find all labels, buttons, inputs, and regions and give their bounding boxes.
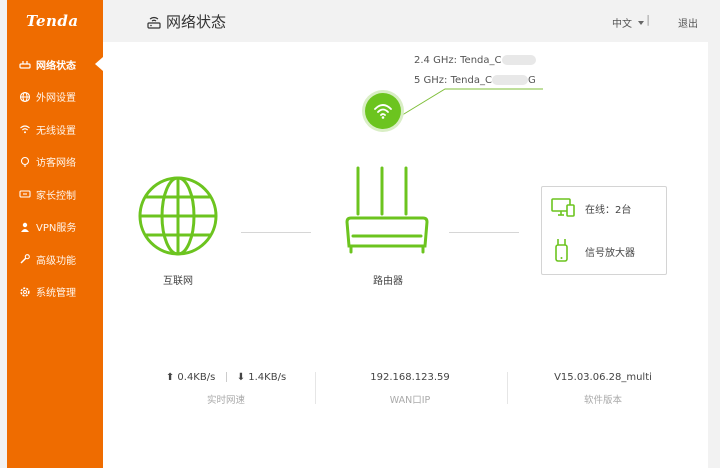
chevron-down-icon — [638, 20, 644, 25]
sidebar-item-guest-network[interactable]: 访客网络 — [7, 146, 103, 179]
speed-separator — [225, 372, 227, 382]
internet-label: 互联网 — [163, 276, 193, 287]
sidebar-item-system[interactable]: 系统管理 — [7, 276, 103, 309]
extender-row[interactable]: 信号放大器 — [551, 237, 635, 265]
tools-icon — [19, 253, 31, 265]
upload-arrow-icon: ⬆ — [165, 372, 175, 383]
header: 网络状态 中文 | 退出 — [103, 0, 720, 42]
wifi-toggle-button[interactable] — [365, 93, 401, 129]
router-icon[interactable] — [343, 164, 435, 256]
firmware-label: 软件版本 — [583, 395, 622, 406]
internet-globe-icon[interactable] — [137, 175, 219, 257]
wifi-icon — [374, 104, 392, 119]
wifi-icon — [19, 123, 31, 135]
wan-ip-value: 192.168.123.59 — [370, 372, 450, 383]
sidebar-item-parental-control[interactable]: 家长控制 — [7, 178, 103, 211]
ssid-redaction — [501, 55, 536, 65]
stat-firmware: V15.03.06.28_multi 软件版本 — [508, 370, 698, 406]
ssid-24ghz: 2.4 GHz: Tenda_C — [414, 51, 536, 71]
download-arrow-icon: ⬇ — [236, 372, 246, 383]
gear-icon — [19, 286, 31, 298]
stat-speed: ⬆ 0.4KB/s ⬇ 1.4KB/s 实时网速 — [131, 370, 321, 406]
language-select[interactable]: 中文 — [612, 15, 644, 30]
ssid-24ghz-text: 2.4 GHz: Tenda_C — [414, 55, 502, 66]
sidebar-item-vpn-service[interactable]: VPN服务 — [7, 211, 103, 244]
sidebar-item-label: 外网设置 — [36, 93, 76, 105]
sidebar-item-wireless-settings[interactable]: 无线设置 — [7, 113, 103, 146]
wan-ip-label: WAN口IP — [389, 395, 431, 406]
firmware-value: V15.03.06.28_multi — [554, 372, 652, 383]
sidebar-item-label: 访客网络 — [36, 158, 76, 170]
link-line-devices — [449, 232, 519, 233]
sidebar-item-wan-settings[interactable]: 外网设置 — [7, 81, 103, 114]
tenda-logo: Tenda — [26, 12, 79, 30]
header-separator: | — [646, 13, 650, 26]
stats-bar: ⬆ 0.4KB/s ⬇ 1.4KB/s 实时网速 192.168.123.59 … — [103, 370, 708, 410]
download-speed: 1.4KB/s — [248, 372, 287, 383]
sidebar-item-label: 系统管理 — [36, 288, 76, 300]
sidebar-item-label: 家长控制 — [36, 190, 76, 202]
sidebar: Tenda 网络状态 外网设置 无线设置 访客网络 家长控制 VPN服务 高级功… — [7, 0, 103, 468]
sidebar-item-label: 网络状态 — [36, 60, 76, 72]
speed-label: 实时网速 — [206, 395, 245, 406]
vpn-icon — [19, 221, 31, 233]
guest-icon — [19, 156, 31, 168]
stat-wan-ip: 192.168.123.59 WAN口IP — [315, 370, 505, 406]
sidebar-item-label: 高级功能 — [36, 255, 76, 267]
language-label: 中文 — [612, 19, 632, 30]
online-devices-row[interactable]: 在线：2台 — [551, 197, 631, 219]
parental-control-icon — [19, 188, 31, 200]
router-label: 路由器 — [373, 276, 403, 287]
speed-values: ⬆ 0.4KB/s ⬇ 1.4KB/s — [131, 370, 321, 386]
monitor-icon — [551, 198, 575, 217]
main-content: 2.4 GHz: Tenda_C 5 GHz: Tenda_C G 互联网 路由… — [103, 42, 708, 468]
online-count: 在线：2台 — [585, 204, 632, 216]
sidebar-item-label: VPN服务 — [36, 223, 77, 235]
globe-icon — [19, 91, 31, 103]
upload-speed: 0.4KB/s — [177, 372, 216, 383]
connected-devices-card: 在线：2台 信号放大器 — [541, 186, 667, 275]
router-status-icon — [147, 15, 161, 29]
extender-label: 信号放大器 — [585, 247, 635, 259]
status-icon — [19, 58, 31, 70]
sidebar-item-label: 无线设置 — [36, 125, 76, 137]
sidebar-item-network-status[interactable]: 网络状态 — [7, 48, 103, 81]
link-line-internet — [241, 232, 311, 233]
sidebar-item-advanced[interactable]: 高级功能 — [7, 243, 103, 276]
signal-extender-icon — [555, 239, 568, 262]
sidebar-nav: 网络状态 外网设置 无线设置 访客网络 家长控制 VPN服务 高级功能 系统管理 — [7, 48, 103, 308]
page-title-group: 网络状态 — [147, 11, 226, 32]
page-title: 网络状态 — [166, 13, 227, 31]
logout-link[interactable]: 退出 — [678, 15, 698, 30]
